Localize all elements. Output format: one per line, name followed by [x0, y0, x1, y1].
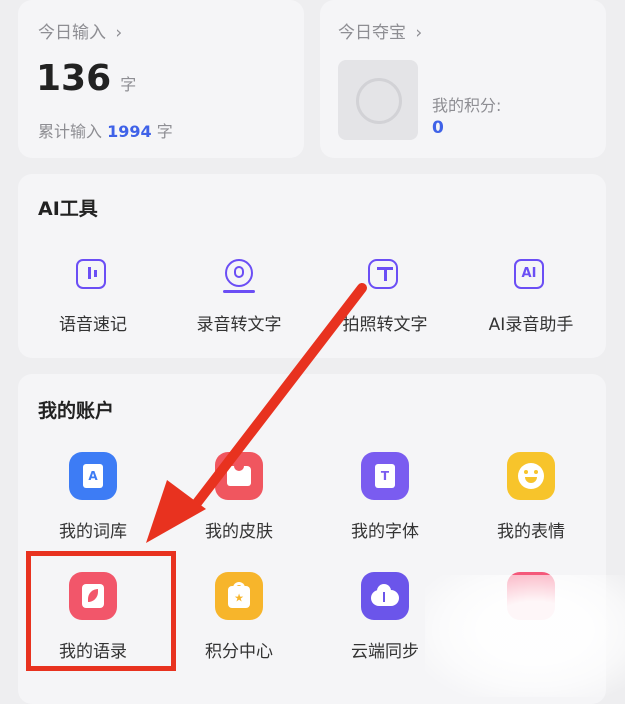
- app-label: 我的皮肤: [205, 522, 273, 542]
- tool-photo-to-text[interactable]: 拍照转文字: [310, 256, 460, 335]
- app-label: 我的表情: [497, 522, 565, 542]
- points-label: 我的积分:: [432, 96, 502, 115]
- ai-tools-title: AI工具: [38, 198, 98, 220]
- blur-overlay: [425, 575, 625, 697]
- app-emoji[interactable]: 我的表情: [456, 452, 606, 542]
- today-treasure-card[interactable]: 今日夺宝 › 我的积分: 0: [320, 0, 606, 158]
- ai-tools-card: AI工具 语音速记 录音转文字 拍照转文字 AI AI录音助手: [18, 174, 606, 358]
- voice-note-icon: [73, 256, 113, 296]
- emoji-icon: [507, 452, 555, 500]
- highlight-box: [26, 551, 176, 671]
- skin-icon: [215, 452, 263, 500]
- app-label: 我的字体: [351, 522, 419, 542]
- total-input-label: 累计输入: [38, 122, 103, 141]
- record-to-text-icon: [219, 256, 259, 296]
- today-input-title: 今日输入: [38, 23, 106, 43]
- today-input-card[interactable]: 今日输入 › 136 字 累计输入 1994 字: [18, 0, 304, 158]
- app-label: 积分中心: [205, 642, 273, 662]
- total-input-unit: 字: [156, 122, 173, 141]
- lexicon-icon: A: [69, 452, 117, 500]
- tool-record-to-text[interactable]: 录音转文字: [164, 256, 314, 335]
- tool-voice-note[interactable]: 语音速记: [18, 256, 168, 335]
- tool-ai-recorder[interactable]: AI AI录音助手: [456, 256, 606, 335]
- tool-label: 录音转文字: [196, 315, 282, 335]
- today-input-count: 136: [36, 58, 112, 99]
- app-font[interactable]: T 我的字体: [310, 452, 460, 542]
- app-skin[interactable]: 我的皮肤: [164, 452, 314, 542]
- font-icon: T: [361, 452, 409, 500]
- total-input-value: 1994: [107, 122, 152, 141]
- tool-label: AI录音助手: [488, 315, 574, 335]
- tool-label: 拍照转文字: [342, 315, 428, 335]
- app-points-center[interactable]: ★ 积分中心: [164, 572, 314, 662]
- chevron-right-icon: ›: [415, 23, 423, 43]
- points-center-icon: ★: [215, 572, 263, 620]
- app-lexicon[interactable]: A 我的词库: [18, 452, 168, 542]
- tool-label: 语音速记: [59, 315, 127, 335]
- chevron-right-icon: ›: [115, 23, 123, 43]
- cloud-sync-icon: [361, 572, 409, 620]
- photo-to-text-icon: [365, 256, 405, 296]
- app-label: 我的词库: [59, 522, 127, 542]
- ai-recorder-icon: AI: [511, 256, 551, 296]
- account-title: 我的账户: [38, 400, 115, 422]
- points-value: 0: [432, 118, 444, 138]
- treasure-thumbnail[interactable]: [338, 60, 418, 140]
- today-treasure-title: 今日夺宝: [338, 23, 406, 43]
- today-input-unit: 字: [120, 75, 137, 94]
- treasure-logo-icon: [356, 78, 402, 124]
